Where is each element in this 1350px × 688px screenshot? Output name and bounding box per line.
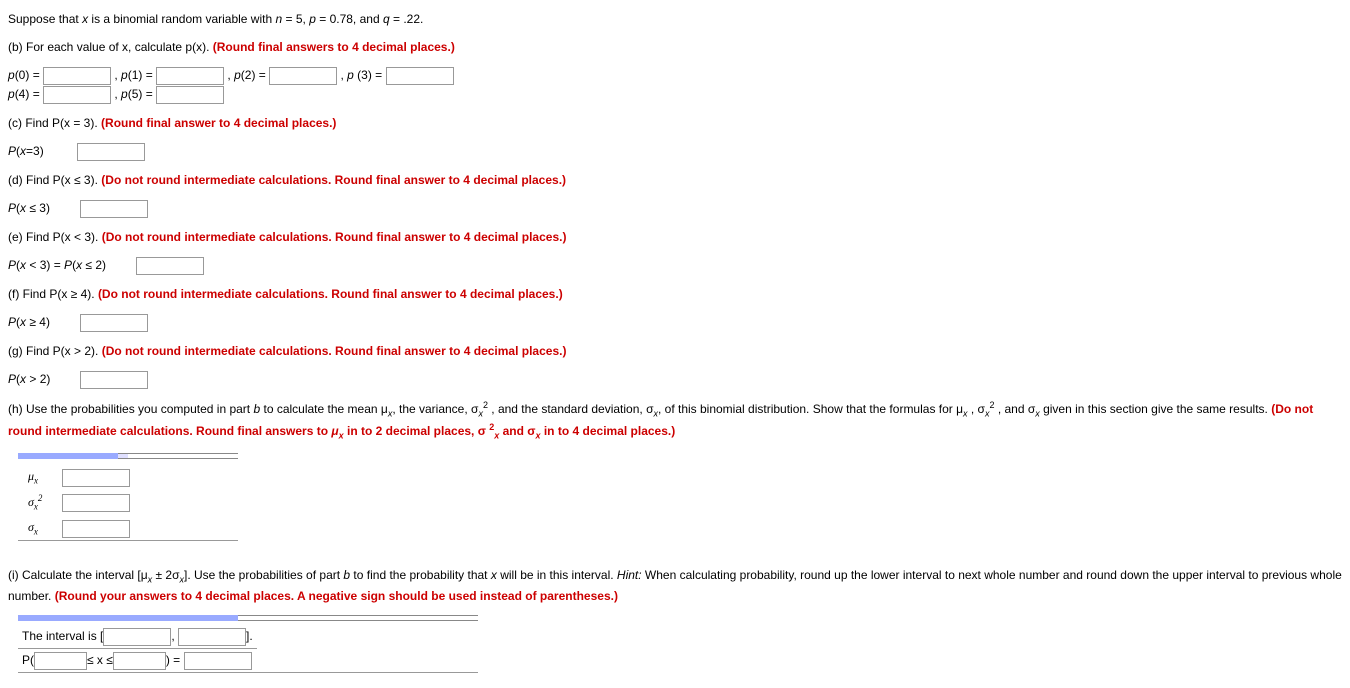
h-t8: given in this section give the same resu… (1040, 402, 1271, 416)
h-h2: in to 2 decimal places, σ (344, 424, 490, 438)
mu-input[interactable] (62, 469, 130, 487)
i-t2: ± 2σ (152, 568, 179, 582)
intro-text: Suppose that x is a binomial random vari… (8, 10, 1342, 28)
part-d-answer: P(x ≤ 3) (8, 199, 1342, 218)
part-c-prompt: (c) Find P(x = 3). (8, 116, 101, 130)
interval-low-input[interactable] (103, 628, 171, 646)
p5-input[interactable] (156, 86, 224, 104)
i-hintprefix: Hint: (617, 568, 645, 582)
part-e-answer: P(x < 3) = P(x ≤ 2) (8, 256, 1342, 275)
interval-prob: P(≤ x ≤) = (18, 649, 257, 673)
part-f-hint: (Do not round intermediate calculations.… (98, 287, 563, 301)
pg-input[interactable] (80, 371, 148, 389)
i-t3: ]. Use the probabilities of part (184, 568, 343, 582)
pd-input[interactable] (80, 200, 148, 218)
prob-high-input[interactable] (113, 652, 166, 670)
part-h-prompt: (h) Use the probabilities you computed i… (8, 402, 1271, 416)
table-row: P(≤ x ≤) = (18, 649, 257, 673)
interval-footer-bar (18, 672, 478, 674)
interval-label: The interval is [, ]. (18, 625, 257, 649)
part-b-prompt: (b) For each value of x, calculate p(x). (8, 40, 213, 54)
interval-table-wrap: The interval is [, ]. P(≤ x ≤) = (18, 615, 478, 674)
part-d: (d) Find P(x ≤ 3). (Do not round interme… (8, 171, 1342, 189)
part-c-hint: (Round final answer to 4 decimal places.… (101, 116, 336, 130)
part-g-answer: P(x > 2) (8, 370, 1342, 389)
table-row: σx (18, 516, 140, 541)
prob-result-input[interactable] (184, 652, 252, 670)
i-t4: to find the probability that (350, 568, 491, 582)
part-b-answers: p(0) = , p(1) = , p(2) = , p (3) = p(4) … (8, 66, 1342, 104)
prob-low-input[interactable] (34, 652, 87, 670)
p3-input[interactable] (386, 67, 454, 85)
part-g-prompt: (g) Find P(x > 2). (8, 344, 102, 358)
part-e: (e) Find P(x < 3). (Do not round interme… (8, 228, 1342, 246)
table-row: σx2 (18, 490, 140, 516)
sd-label: σx (18, 516, 52, 541)
h-t5: of this binomial distribution. Show that… (661, 402, 963, 416)
i-t5: will be in this interval. (497, 568, 617, 582)
part-i: (i) Calculate the interval [μx ± 2σx]. U… (8, 566, 1342, 605)
p2-input[interactable] (269, 67, 337, 85)
interval-header-bar (18, 615, 478, 621)
pc-input[interactable] (77, 143, 145, 161)
part-e-hint: (Do not round intermediate calculations.… (102, 230, 567, 244)
part-e-prompt: (e) Find P(x < 3). (8, 230, 102, 244)
stats-table-wrap: μx σx2 σx (18, 453, 238, 543)
table-row: The interval is [, ]. (18, 625, 257, 649)
h-t6: , σ (968, 402, 985, 416)
variance-input[interactable] (62, 494, 130, 512)
h-t7: , and σ (994, 402, 1035, 416)
h-t1: (h) Use the probabilities you computed i… (8, 402, 253, 416)
part-h: (h) Use the probabilities you computed i… (8, 399, 1342, 443)
stats-table: μx σx2 σx (18, 465, 140, 541)
h-t2: to calculate the mean μ (260, 402, 388, 416)
p0-input[interactable] (43, 67, 111, 85)
part-f: (f) Find P(x ≥ 4). (Do not round interme… (8, 285, 1342, 303)
sd-input[interactable] (62, 520, 130, 538)
pe-input[interactable] (136, 257, 204, 275)
interval-table: The interval is [, ]. P(≤ x ≤) = (18, 625, 257, 672)
mu-label: μx (18, 465, 52, 490)
part-c: (c) Find P(x = 3). (Round final answer t… (8, 114, 1342, 132)
h-hmu: μ (331, 424, 338, 438)
p1-input[interactable] (156, 67, 224, 85)
h-h3: and σ (499, 424, 535, 438)
part-g-hint: (Do not round intermediate calculations.… (102, 344, 567, 358)
part-g: (g) Find P(x > 2). (Do not round interme… (8, 342, 1342, 360)
part-b-hint: (Round final answers to 4 decimal places… (213, 40, 455, 54)
interval-high-input[interactable] (178, 628, 246, 646)
stats-table-footer-bar (18, 540, 238, 542)
p4-input[interactable] (43, 86, 111, 104)
part-f-prompt: (f) Find P(x ≥ 4). (8, 287, 98, 301)
h-h4: in to 4 decimal places.) (541, 424, 676, 438)
h-t3: , the variance, σ (392, 402, 478, 416)
i-t1: (i) Calculate the interval [μ (8, 568, 148, 582)
part-d-hint: (Do not round intermediate calculations.… (101, 173, 566, 187)
h-t4: , and the standard deviation, σ (488, 402, 654, 416)
stats-table-header-bar (18, 453, 238, 459)
part-c-answer: P(x=3) (8, 142, 1342, 161)
part-f-answer: P(x ≥ 4) (8, 313, 1342, 332)
pf-input[interactable] (80, 314, 148, 332)
table-row: μx (18, 465, 140, 490)
part-d-prompt: (d) Find P(x ≤ 3). (8, 173, 101, 187)
part-b: (b) For each value of x, calculate p(x).… (8, 38, 1342, 56)
part-i-redhint: (Round your answers to 4 decimal places.… (55, 589, 618, 603)
variance-label: σx2 (18, 490, 52, 516)
